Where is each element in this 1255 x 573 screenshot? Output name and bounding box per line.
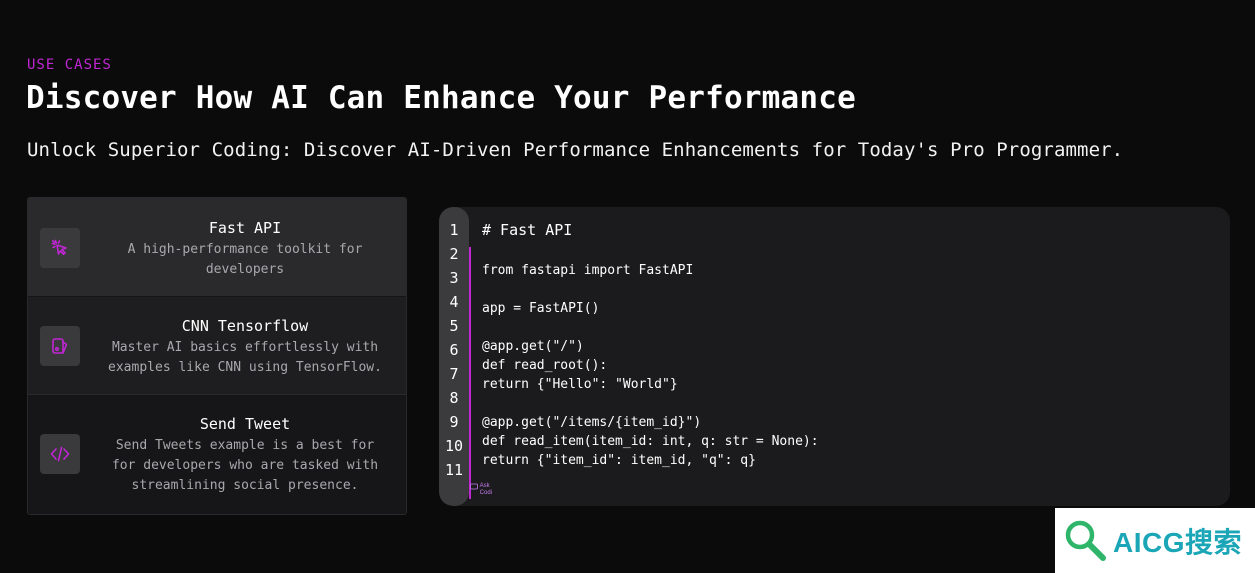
line-number: 1 <box>449 221 459 239</box>
use-case-title: Send Tweet <box>199 415 291 433</box>
shapes-icon <box>40 326 80 366</box>
code-brackets-icon <box>40 434 80 474</box>
use-case-title: CNN Tensorflow <box>181 317 309 335</box>
use-case-description: Send Tweets example is a best for for de… <box>111 438 379 493</box>
use-case-list: Fast API A high-performance toolkit for … <box>27 197 407 515</box>
eyebrow-label: USE CASES <box>27 57 112 73</box>
code-heading: # Fast API <box>482 221 573 239</box>
code-line: app = FastAPI() <box>482 301 600 316</box>
code-line: from fastapi import FastAPI <box>482 263 694 278</box>
use-case-description: A high-performance toolkit for developer… <box>127 242 363 277</box>
page-title: Discover How AI Can Enhance Your Perform… <box>26 80 856 116</box>
code-line: @app.get("/") <box>482 339 584 354</box>
ask-codi-badge[interactable]: Ask Codi <box>470 483 492 497</box>
use-case-fast-api[interactable]: Fast API A high-performance toolkit for … <box>28 198 406 296</box>
page-subtitle: Unlock Superior Coding: Discover AI-Driv… <box>27 139 1124 161</box>
line-number: 9 <box>449 413 459 431</box>
badge-line: Codi <box>479 490 493 496</box>
code-line: def read_item(item_id: int, q: str = Non… <box>482 434 819 449</box>
codi-logo-icon <box>470 483 478 490</box>
line-number: 3 <box>449 269 459 287</box>
code-line: return {"Hello": "World"} <box>482 377 678 392</box>
line-number: 10 <box>444 437 464 455</box>
code-line: def read_root(): <box>482 358 608 373</box>
watermark: AICG搜索 <box>1055 508 1255 573</box>
use-case-description: Master AI basics effortlessly with examp… <box>108 340 382 375</box>
line-number: 2 <box>449 245 459 263</box>
code-editor[interactable]: 1 2 3 4 5 6 7 8 9 10 11 # Fast API from … <box>439 207 1230 506</box>
use-case-cnn-tensorflow[interactable]: CNN Tensorflow Master AI basics effortle… <box>28 297 406 395</box>
code-line: @app.get("/items/{item_id}") <box>482 415 702 430</box>
watermark-text: AICG搜索 <box>1113 527 1243 558</box>
line-number: 11 <box>444 461 464 479</box>
code-line: return {"item_id": item_id, "q": q} <box>482 453 756 468</box>
line-number: 8 <box>449 389 459 407</box>
active-line-indicator <box>469 247 471 499</box>
cursor-click-icon <box>40 228 80 268</box>
line-number: 6 <box>449 341 459 359</box>
line-number-gutter: 1 2 3 4 5 6 7 8 9 10 11 <box>439 207 469 506</box>
line-number: 7 <box>449 365 459 383</box>
badge-line: Ask <box>479 483 490 489</box>
line-number: 5 <box>449 317 459 335</box>
use-case-send-tweet[interactable]: Send Tweet Send Tweets example is a best… <box>28 396 406 514</box>
use-case-title: Fast API <box>208 219 282 237</box>
magnifier-icon <box>1063 518 1111 568</box>
line-number: 4 <box>449 293 459 311</box>
